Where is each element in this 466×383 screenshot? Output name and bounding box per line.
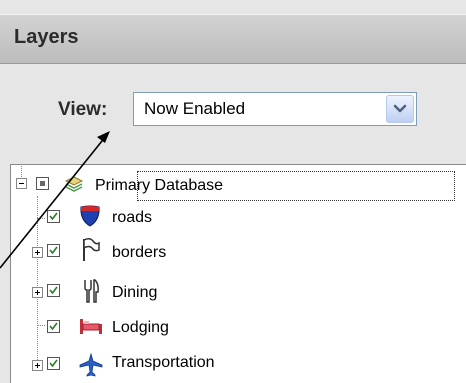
dropdown-button[interactable] bbox=[386, 95, 414, 123]
checkmark-icon bbox=[49, 246, 58, 255]
tree-guide-line bbox=[21, 166, 22, 177]
tree-item-label[interactable]: borders bbox=[112, 244, 166, 262]
plus-icon-vertical bbox=[37, 290, 38, 295]
fork-knife-icon bbox=[84, 279, 99, 303]
layers-stack-icon bbox=[64, 176, 84, 192]
expand-toggle[interactable] bbox=[32, 287, 43, 298]
checkmark-icon bbox=[49, 359, 58, 368]
layers-panel: Layers View: Now Enabled Primary Databas… bbox=[0, 0, 466, 383]
tree-guide-line bbox=[37, 218, 45, 219]
lodging-checkbox[interactable] bbox=[47, 320, 60, 333]
collapse-toggle[interactable] bbox=[16, 178, 27, 189]
checkmark-icon bbox=[49, 212, 58, 221]
minus-icon bbox=[19, 183, 24, 184]
view-select-value: Now Enabled bbox=[144, 99, 246, 118]
tree-item-label[interactable]: Lodging bbox=[112, 319, 169, 337]
checkmark-icon bbox=[49, 286, 58, 295]
panel-title: Layers bbox=[14, 26, 79, 48]
expand-toggle[interactable] bbox=[32, 360, 43, 371]
tree-guide-line bbox=[37, 325, 45, 326]
view-select[interactable]: Now Enabled bbox=[133, 92, 417, 126]
partial-check-icon bbox=[40, 181, 45, 186]
roads-checkbox[interactable] bbox=[47, 210, 60, 223]
root-checkbox[interactable] bbox=[36, 177, 49, 190]
transportation-checkbox[interactable] bbox=[47, 357, 60, 370]
tree-root-label[interactable]: Primary Database bbox=[95, 177, 223, 195]
plus-icon-vertical bbox=[37, 363, 38, 368]
tree-item-label[interactable]: Transportation bbox=[112, 354, 215, 372]
plus-icon-vertical bbox=[37, 250, 38, 255]
flag-icon bbox=[83, 237, 100, 261]
tree-guide-line bbox=[37, 196, 38, 364]
tree-item-label[interactable]: Dining bbox=[112, 284, 157, 302]
airplane-icon bbox=[79, 352, 103, 377]
interstate-shield-icon bbox=[80, 205, 100, 227]
panel-header: Layers bbox=[0, 14, 466, 64]
borders-checkbox[interactable] bbox=[47, 244, 60, 257]
view-label: View: bbox=[58, 99, 108, 120]
tree-item-label[interactable]: roads bbox=[112, 209, 152, 227]
bed-icon bbox=[80, 319, 102, 334]
expand-toggle[interactable] bbox=[32, 247, 43, 258]
checkmark-icon bbox=[49, 322, 58, 331]
chevron-down-icon bbox=[393, 104, 407, 113]
dining-checkbox[interactable] bbox=[47, 284, 60, 297]
